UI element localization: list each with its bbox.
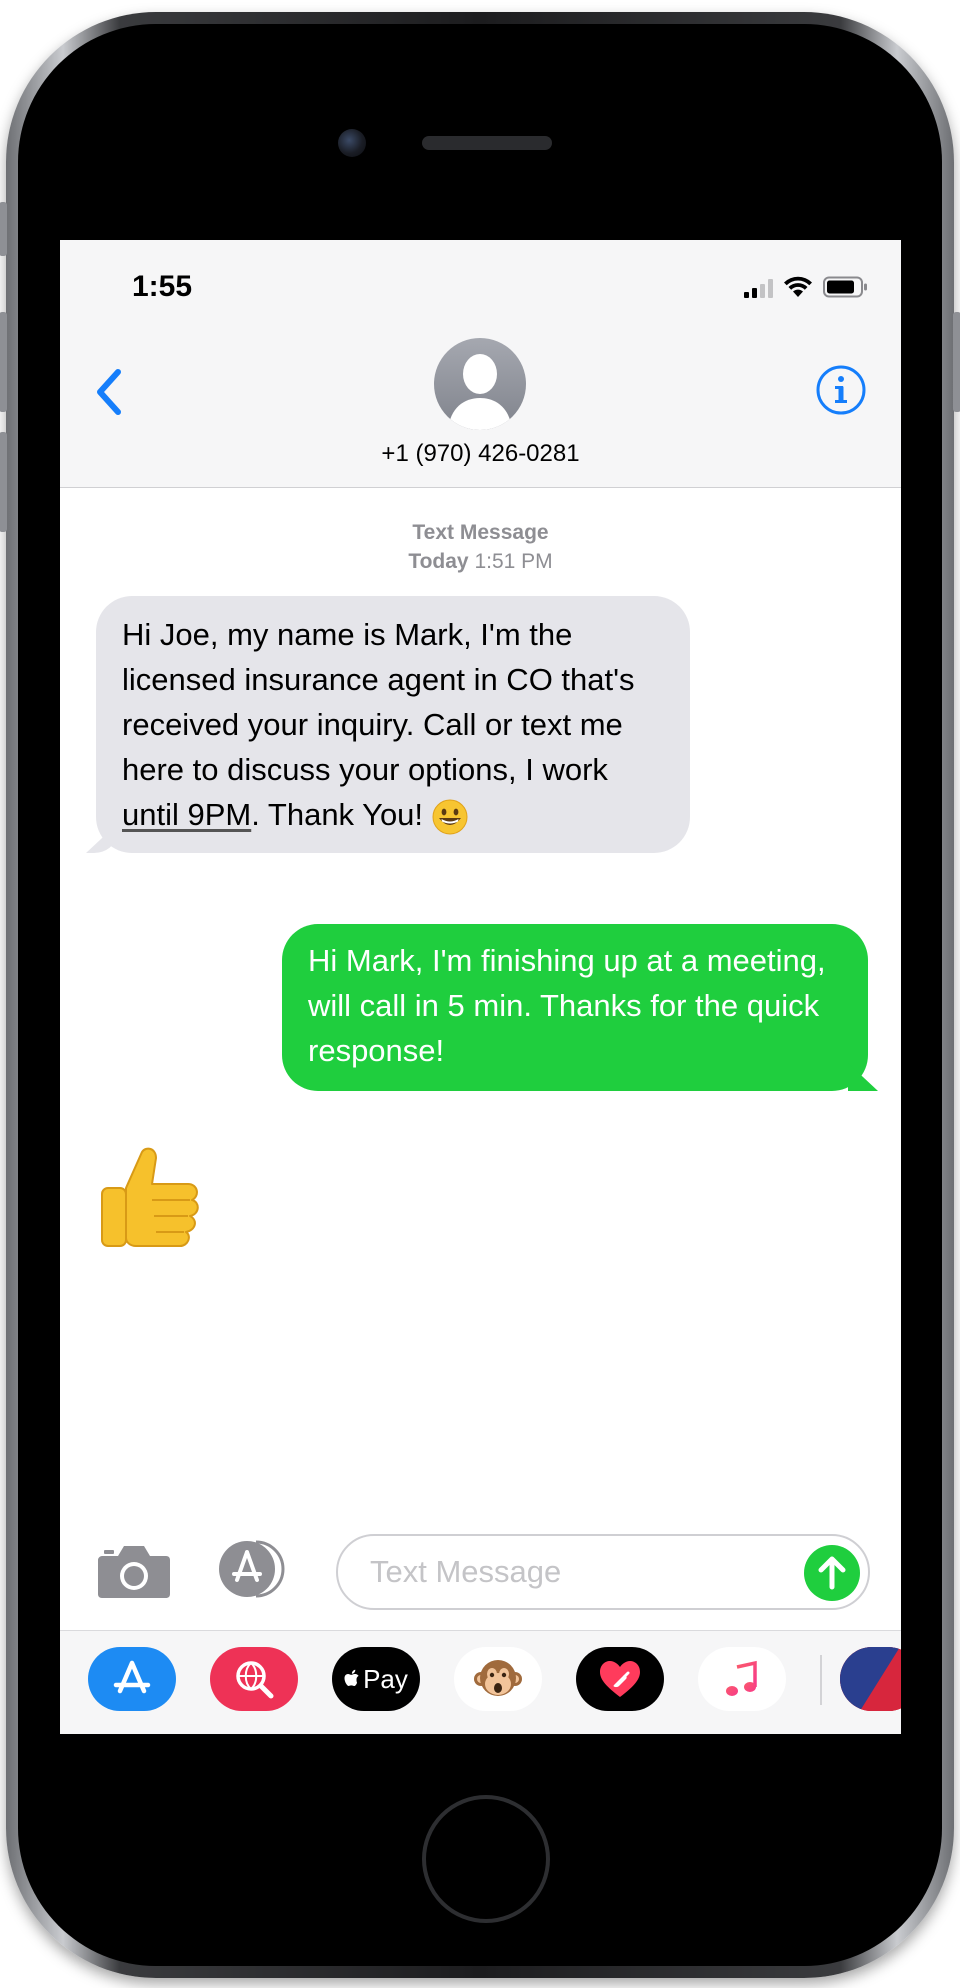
music-note-icon xyxy=(726,1660,757,1696)
home-button[interactable] xyxy=(422,1795,550,1923)
app-drawer: Pay xyxy=(60,1630,901,1734)
app-store-drawer-button[interactable] xyxy=(88,1647,176,1711)
time-link[interactable]: until 9PM xyxy=(122,797,251,832)
thumbs-up-emoji[interactable] xyxy=(96,1144,206,1254)
contact-number[interactable]: +1 (970) 426-0281 xyxy=(60,440,901,468)
front-camera xyxy=(338,129,366,157)
app-store-icon xyxy=(113,1660,151,1694)
message-input-field[interactable] xyxy=(336,1534,870,1610)
more-apps-drawer-button[interactable] xyxy=(840,1647,901,1711)
message-time: 1:51 PM xyxy=(474,550,553,573)
send-button[interactable] xyxy=(804,1545,860,1601)
apple-pay-drawer-button[interactable]: Pay xyxy=(332,1647,420,1711)
mute-switch xyxy=(0,202,7,256)
app-store-icon[interactable] xyxy=(216,1538,290,1600)
partial-app-icon xyxy=(840,1647,901,1711)
camera-icon[interactable] xyxy=(96,1542,172,1600)
outgoing-message-text: Hi Mark, I'm finishing up at a meeting, … xyxy=(308,943,826,1068)
status-icons xyxy=(744,276,869,298)
message-input[interactable] xyxy=(368,1536,768,1608)
person-silhouette-icon xyxy=(448,354,512,430)
conversation-header: +1 (970) 426-0281 xyxy=(60,320,901,488)
digital-touch-drawer-button[interactable] xyxy=(576,1647,664,1711)
earpiece-speaker xyxy=(422,136,552,150)
monkey-icon xyxy=(474,1660,522,1696)
message-day: Today xyxy=(408,550,469,573)
incoming-message-text: Hi Joe, my name is Mark, I'm the license… xyxy=(122,617,635,787)
status-time: 1:55 xyxy=(132,270,193,303)
wifi-icon xyxy=(784,276,812,297)
incoming-message-text-end: . Thank You! xyxy=(251,797,424,832)
message-service-label: Text Message xyxy=(412,521,549,544)
web-search-drawer-button[interactable] xyxy=(210,1647,298,1711)
music-drawer-button[interactable] xyxy=(698,1647,786,1711)
cellular-signal-icon xyxy=(744,278,773,298)
battery-icon xyxy=(823,276,867,298)
globe-search-icon xyxy=(236,1661,274,1699)
volume-down-button xyxy=(0,432,7,532)
animoji-drawer-button[interactable] xyxy=(454,1647,542,1711)
apple-pay-icon xyxy=(344,1669,359,1686)
arrow-up-icon xyxy=(818,1556,846,1590)
apple-pay-label: Pay xyxy=(363,1663,408,1694)
incoming-message-bubble[interactable]: Hi Joe, my name is Mark, I'm the license… xyxy=(96,596,690,853)
app-drawer-divider xyxy=(820,1655,822,1705)
volume-up-button xyxy=(0,312,7,412)
power-button xyxy=(953,312,960,412)
messages-screen: 1:55 +1 (970) 426-0281 Text Message Toda… xyxy=(60,240,901,1734)
contact-avatar[interactable] xyxy=(434,338,526,430)
grinning-face-emoji xyxy=(432,799,468,835)
status-bar: 1:55 xyxy=(60,240,901,320)
outgoing-message-bubble[interactable]: Hi Mark, I'm finishing up at a meeting, … xyxy=(282,924,868,1091)
info-icon[interactable] xyxy=(815,364,867,416)
heart-hand-icon xyxy=(600,1661,640,1697)
chevron-left-icon[interactable] xyxy=(86,364,134,420)
message-timestamp: Text Message Today 1:51 PM xyxy=(60,518,901,576)
